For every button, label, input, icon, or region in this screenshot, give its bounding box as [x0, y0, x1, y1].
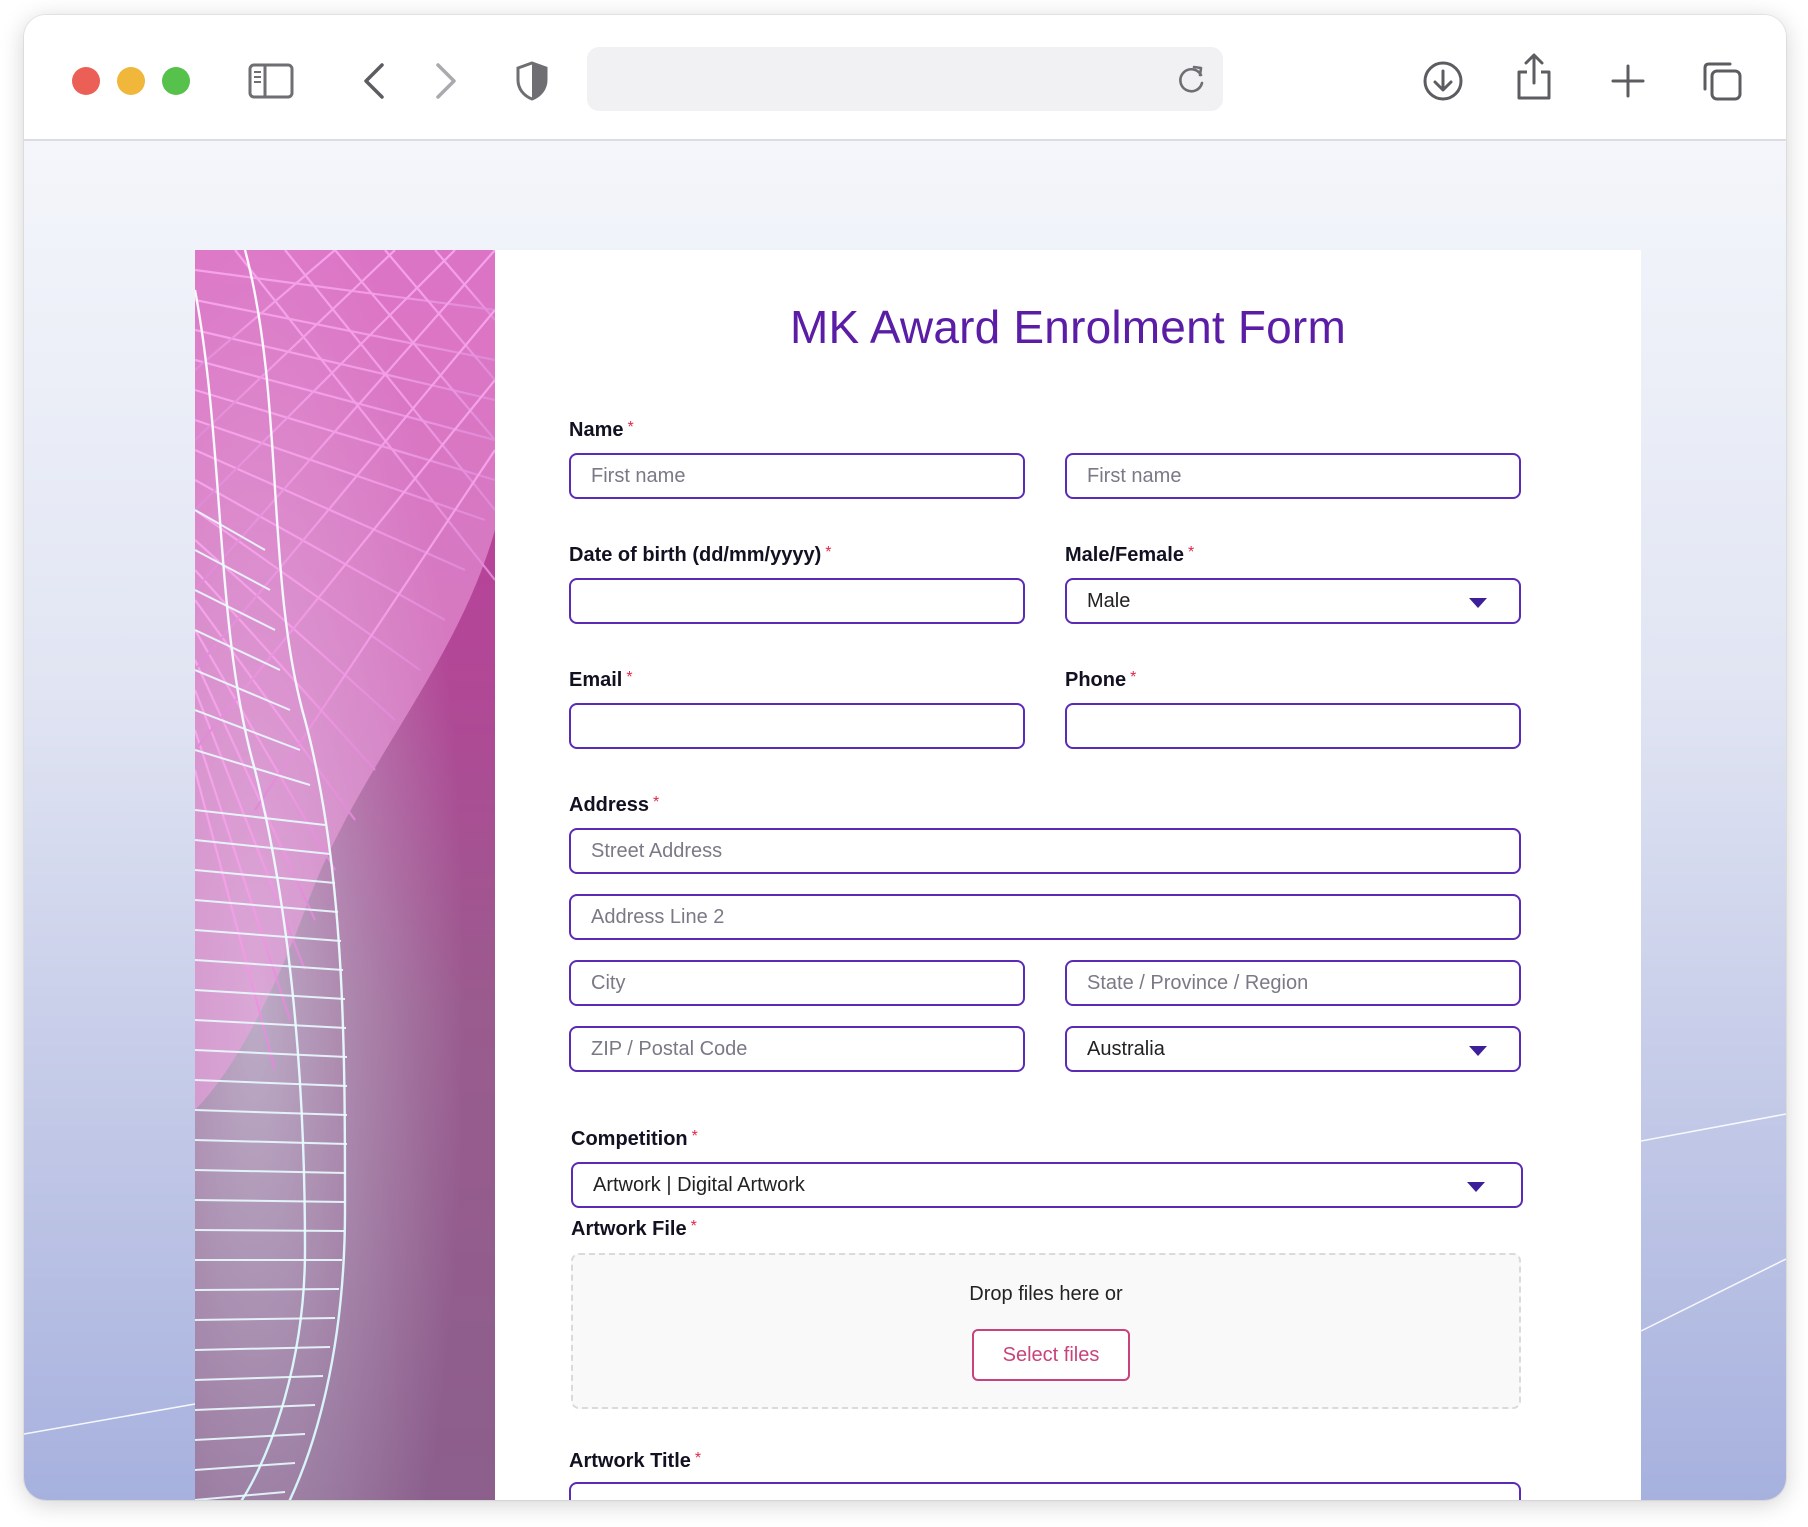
close-window-button[interactable]: [72, 67, 100, 95]
city-input[interactable]: [569, 960, 1025, 1006]
address-label: Address *: [569, 794, 660, 816]
required-marker: *: [1187, 544, 1195, 561]
required-marker: *: [1130, 669, 1137, 686]
competition-selected-value: Artwork | Digital Artwork: [593, 1173, 805, 1196]
first-name-input[interactable]: [569, 453, 1025, 499]
second-name-input[interactable]: [1065, 453, 1521, 499]
minimize-window-button[interactable]: [117, 67, 145, 95]
required-marker: *: [626, 669, 633, 686]
shield-icon[interactable]: [510, 59, 554, 103]
sidebar-icon[interactable]: [246, 59, 296, 103]
country-select[interactable]: Australia: [1065, 1026, 1521, 1072]
gender-select[interactable]: Male: [1065, 578, 1521, 624]
chevron-down-icon: [1467, 1182, 1485, 1192]
zip-input[interactable]: [569, 1026, 1025, 1072]
required-marker: *: [825, 544, 832, 561]
page-content: MK Award Enrolment Form Name* Date of bi…: [24, 141, 1786, 1500]
artwork-file-label: Artwork File *: [571, 1218, 697, 1240]
zoom-window-button[interactable]: [162, 67, 190, 95]
share-icon[interactable]: [1514, 51, 1554, 103]
state-input[interactable]: [1065, 960, 1521, 1006]
required-marker: *: [627, 419, 634, 436]
required-marker: *: [691, 1128, 698, 1145]
phone-input[interactable]: [1065, 703, 1521, 749]
gender-selected-value: Male: [1087, 589, 1131, 612]
competition-select[interactable]: Artwork | Digital Artwork: [571, 1162, 1523, 1208]
competition-label: Competition *: [571, 1128, 698, 1150]
address-bar[interactable]: [587, 47, 1223, 111]
dob-input[interactable]: [569, 578, 1025, 624]
phone-label: Phone *: [1065, 669, 1137, 691]
dropzone-text: Drop files here or: [969, 1283, 1123, 1305]
chevron-down-icon: [1469, 598, 1487, 608]
tabs-overview-icon[interactable]: [1700, 59, 1744, 103]
decorative-artwork-image: [195, 250, 495, 1500]
chevron-down-icon: [1469, 1046, 1487, 1056]
email-input[interactable]: [569, 703, 1025, 749]
artwork-title-label: Artwork Title *: [569, 1450, 702, 1472]
country-selected-value: Australia: [1087, 1037, 1165, 1060]
browser-window: MK Award Enrolment Form Name* Date of bi…: [24, 15, 1786, 1500]
required-marker: *: [690, 1218, 697, 1235]
download-icon[interactable]: [1421, 59, 1465, 103]
file-dropzone[interactable]: Drop files here or Select files: [571, 1253, 1521, 1409]
dob-label: Date of birth (dd/mm/yyyy) *: [569, 544, 832, 566]
name-label: Name *: [569, 419, 634, 441]
address-line2-input[interactable]: [569, 894, 1521, 940]
gender-label: Male/Female *: [1065, 544, 1195, 566]
required-marker: *: [653, 794, 660, 811]
required-marker: *: [694, 1450, 702, 1467]
reload-icon[interactable]: [1177, 63, 1207, 100]
artwork-title-input[interactable]: [569, 1482, 1521, 1500]
browser-toolbar: [24, 15, 1786, 141]
form-title: MK Award Enrolment Form: [790, 301, 1346, 353]
street-address-input[interactable]: [569, 828, 1521, 874]
chevron-left-icon[interactable]: [354, 61, 394, 101]
select-files-button[interactable]: Select files: [972, 1329, 1130, 1381]
email-label: Email *: [569, 669, 633, 691]
plus-icon[interactable]: [1608, 61, 1648, 101]
enrolment-form: MK Award Enrolment Form Name* Date of bi…: [495, 250, 1641, 1500]
chevron-right-icon[interactable]: [426, 61, 466, 101]
